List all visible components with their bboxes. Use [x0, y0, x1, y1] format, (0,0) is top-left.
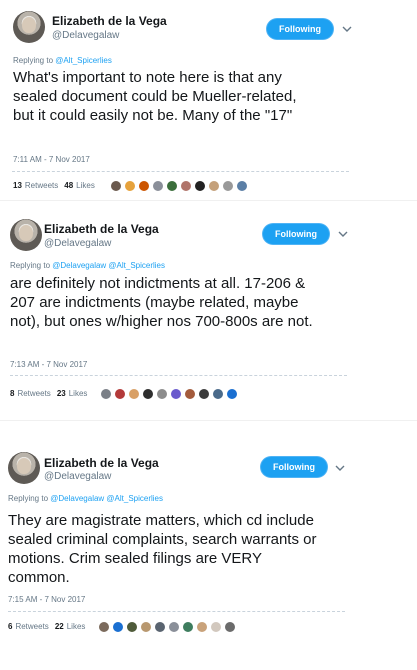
reply-context: Replying to @Alt_Spicerlies: [13, 56, 112, 65]
tweet-text-line: 207 are indictments (maybe related, mayb…: [10, 294, 299, 311]
retweet-count[interactable]: 8: [10, 389, 14, 398]
liker-avatar[interactable]: [196, 621, 208, 633]
author-handle[interactable]: @Delavegalaw: [44, 238, 111, 249]
liker-avatar[interactable]: [210, 621, 222, 633]
retweets-label[interactable]: Retweets: [15, 622, 48, 631]
reply-mention-link[interactable]: @Delavegalaw @Alt_Spicerlies: [52, 261, 165, 270]
liker-avatar[interactable]: [208, 180, 220, 192]
liker-avatar[interactable]: [110, 180, 122, 192]
avatar[interactable]: [8, 452, 40, 484]
engagement-stats: 6 Retweets 22 Likes: [8, 622, 85, 631]
like-count[interactable]: 48: [64, 181, 73, 190]
likes-label[interactable]: Likes: [69, 389, 88, 398]
reply-prefix: Replying to: [13, 56, 54, 65]
reply-context: Replying to @Delavegalaw @Alt_Spicerlies: [8, 494, 163, 503]
liker-avatar[interactable]: [100, 388, 112, 400]
liker-avatar[interactable]: [126, 621, 138, 633]
tweet-text-line: sealed criminal complaints, search warra…: [8, 531, 317, 548]
tweet-text-line: They are magistrate matters, which cd in…: [8, 512, 314, 529]
liker-avatar[interactable]: [152, 180, 164, 192]
liker-avatar[interactable]: [224, 621, 236, 633]
following-button[interactable]: Following: [263, 224, 329, 244]
tweet-text: What's important to note here is that an…: [13, 68, 403, 125]
liker-avatar[interactable]: [194, 180, 206, 192]
reply-mention-link[interactable]: @Alt_Spicerlies: [55, 56, 112, 65]
avatar[interactable]: [13, 11, 45, 43]
retweet-count[interactable]: 13: [13, 181, 22, 190]
liker-avatar[interactable]: [170, 388, 182, 400]
likes-label[interactable]: Likes: [67, 622, 86, 631]
divider: [10, 375, 347, 376]
timestamp-link[interactable]: 7:13 AM - 7 Nov 2017: [10, 360, 87, 369]
tweet-text-line: What's important to note here is that an…: [13, 69, 282, 86]
tweet-text-line: common.: [8, 569, 70, 586]
liker-avatar[interactable]: [180, 180, 192, 192]
tweet-text: are definitely not indictments at all. 1…: [10, 274, 400, 331]
liker-avatar[interactable]: [98, 621, 110, 633]
like-count[interactable]: 23: [57, 389, 66, 398]
liker-avatar[interactable]: [236, 180, 248, 192]
reply-context: Replying to @Delavegalaw @Alt_Spicerlies: [10, 261, 165, 270]
retweet-count[interactable]: 6: [8, 622, 12, 631]
retweets-label[interactable]: Retweets: [25, 181, 58, 190]
tweet-text: They are magistrate matters, which cd in…: [8, 511, 398, 587]
reply-mention-link[interactable]: @Delavegalaw @Alt_Spicerlies: [50, 494, 163, 503]
tweet-text-line: sealed document could be Mueller-related…: [13, 88, 297, 105]
liker-avatar[interactable]: [182, 621, 194, 633]
engagement-stats: 13 Retweets 48 Likes: [13, 181, 95, 190]
tweet-text-line: but it could easily not be. Many of the …: [13, 107, 293, 124]
retweets-label[interactable]: Retweets: [17, 389, 50, 398]
liker-avatars: [110, 179, 250, 193]
chevron-down-icon[interactable]: [342, 25, 352, 33]
reply-prefix: Replying to: [10, 261, 51, 270]
liker-avatar[interactable]: [168, 621, 180, 633]
liker-avatar[interactable]: [198, 388, 210, 400]
following-button[interactable]: Following: [261, 457, 327, 477]
liker-avatar[interactable]: [142, 388, 154, 400]
chevron-down-icon[interactable]: [338, 230, 348, 238]
reply-prefix: Replying to: [8, 494, 49, 503]
divider: [12, 171, 349, 172]
timestamp-link[interactable]: 7:11 AM - 7 Nov 2017: [13, 155, 90, 164]
liker-avatar[interactable]: [112, 621, 124, 633]
liker-avatar[interactable]: [114, 388, 126, 400]
author-name[interactable]: Elizabeth de la Vega: [52, 14, 167, 28]
liker-avatars: [98, 620, 238, 634]
liker-avatar[interactable]: [166, 180, 178, 192]
like-count[interactable]: 22: [55, 622, 64, 631]
following-button[interactable]: Following: [267, 19, 333, 39]
liker-avatar[interactable]: [222, 180, 234, 192]
author-handle[interactable]: @Delavegalaw: [52, 30, 119, 41]
liker-avatar[interactable]: [154, 621, 166, 633]
author-name[interactable]: Elizabeth de la Vega: [44, 456, 159, 470]
avatar[interactable]: [10, 219, 42, 251]
tweet-text-line: are definitely not indictments at all. 1…: [10, 275, 306, 292]
separator: [0, 200, 417, 201]
liker-avatar[interactable]: [212, 388, 224, 400]
liker-avatar[interactable]: [138, 180, 150, 192]
author-name[interactable]: Elizabeth de la Vega: [44, 222, 159, 236]
tweet-text-line: motions. Crim sealed filings are VERY: [8, 550, 262, 567]
liker-avatars: [100, 387, 240, 401]
likes-label[interactable]: Likes: [76, 181, 95, 190]
separator: [0, 420, 417, 421]
liker-avatar[interactable]: [226, 388, 238, 400]
chevron-down-icon[interactable]: [335, 464, 345, 472]
timestamp-link[interactable]: 7:15 AM - 7 Nov 2017: [8, 595, 85, 604]
liker-avatar[interactable]: [184, 388, 196, 400]
liker-avatar[interactable]: [128, 388, 140, 400]
liker-avatar[interactable]: [156, 388, 168, 400]
liker-avatar[interactable]: [140, 621, 152, 633]
tweet-text-line: not), but ones w/higher nos 700-800s are…: [10, 313, 313, 330]
divider: [8, 611, 345, 612]
liker-avatar[interactable]: [124, 180, 136, 192]
author-handle[interactable]: @Delavegalaw: [44, 471, 111, 482]
engagement-stats: 8 Retweets 23 Likes: [10, 389, 87, 398]
